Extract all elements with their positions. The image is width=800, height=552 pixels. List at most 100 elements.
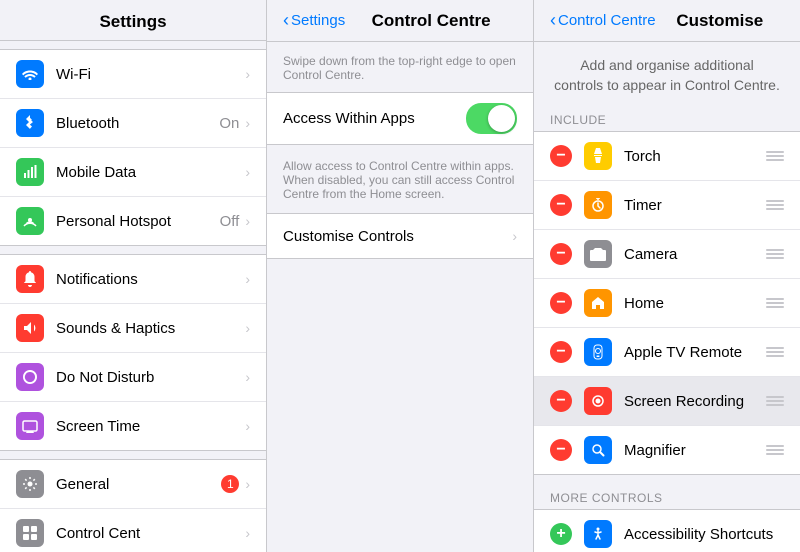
settings-item-general[interactable]: General 1 › [0,460,266,509]
home-icon [584,289,612,317]
include-item-timer[interactable]: − Timer [534,181,800,230]
settings-item-sounds-haptics[interactable]: Sounds & Haptics › [0,304,266,353]
access-within-apps-group: Access Within Apps [267,92,533,145]
remove-camera-btn[interactable]: − [550,243,572,265]
customise-description: Add and organise additional controls to … [534,42,800,105]
personal-hotspot-chevron: › [245,213,250,229]
include-group: − Torch − Timer − Camera [534,131,800,475]
customise-nav: ‹ Control Centre Customise [534,0,800,42]
camera-drag-handle[interactable] [766,249,784,259]
include-item-home[interactable]: − Home [534,279,800,328]
screen-recording-drag-handle[interactable] [766,396,784,406]
include-item-magnifier[interactable]: − Magnifier [534,426,800,474]
more-controls-header: MORE CONTROLS [534,483,800,509]
accessibility-label: Accessibility Shortcuts [624,526,784,543]
torch-label: Torch [624,148,766,165]
screen-time-chevron: › [245,418,250,434]
control-centre-back[interactable]: ‹ Settings [283,10,345,31]
settings-item-wifi[interactable]: Wi-Fi › [0,50,266,99]
screen-time-icon [16,412,44,440]
settings-title: Settings [99,12,166,31]
remove-home-btn[interactable]: − [550,292,572,314]
customise-title: Customise [656,11,784,31]
general-icon [16,470,44,498]
magnifier-drag-handle[interactable] [766,445,784,455]
remove-torch-btn[interactable]: − [550,145,572,167]
control-centre-chevron: › [245,525,250,541]
customise-back-label: Control Centre [558,12,656,29]
sounds-haptics-label: Sounds & Haptics [56,320,245,337]
camera-icon [584,240,612,268]
screen-recording-icon [584,387,612,415]
mobile-data-icon [16,158,44,186]
bluetooth-value: On [219,115,239,132]
access-within-apps-item[interactable]: Access Within Apps [267,93,533,144]
personal-hotspot-label: Personal Hotspot [56,213,220,230]
settings-panel: Settings Wi-Fi › Bluetooth On › Mobile D… [0,0,267,552]
more-item-accessibility[interactable]: + Accessibility Shortcuts [534,510,800,552]
general-label: General [56,476,221,493]
remove-apple-tv-btn[interactable]: − [550,341,572,363]
remove-screen-recording-btn[interactable]: − [550,390,572,412]
magnifier-label: Magnifier [624,442,766,459]
mobile-data-chevron: › [245,164,250,180]
do-not-disturb-label: Do Not Disturb [56,369,245,386]
control-centre-panel: ‹ Settings Control Centre Swipe down fro… [267,0,534,552]
timer-drag-handle[interactable] [766,200,784,210]
customise-controls-chevron: › [512,228,517,244]
apple-tv-remote-icon [584,338,612,366]
notifications-chevron: › [245,271,250,287]
customise-back[interactable]: ‹ Control Centre [550,10,656,31]
personal-hotspot-icon [16,207,44,235]
screen-recording-label: Screen Recording [624,393,766,410]
add-accessibility-btn[interactable]: + [550,523,572,545]
general-group: General 1 › Control Cent › Display & Bri… [0,459,266,552]
include-item-screen-recording[interactable]: − Screen Recording [534,377,800,426]
settings-item-do-not-disturb[interactable]: Do Not Disturb › [0,353,266,402]
screen-time-label: Screen Time [56,418,245,435]
wifi-icon [16,60,44,88]
customise-controls-label: Customise Controls [283,228,512,245]
camera-label: Camera [624,246,766,263]
torch-drag-handle[interactable] [766,151,784,161]
settings-item-screen-time[interactable]: Screen Time › [0,402,266,450]
timer-label: Timer [624,197,766,214]
customise-panel: ‹ Control Centre Customise Add and organ… [534,0,800,552]
sounds-haptics-icon [16,314,44,342]
timer-icon [584,191,612,219]
remove-timer-btn[interactable]: − [550,194,572,216]
control-centre-nav: ‹ Settings Control Centre [267,0,533,42]
settings-item-control-centre[interactable]: Control Cent › [0,509,266,552]
home-label: Home [624,295,766,312]
customise-controls-item[interactable]: Customise Controls › [267,214,533,258]
more-controls-group: + Accessibility Shortcuts + Alarm + Do N… [534,509,800,552]
settings-item-notifications[interactable]: Notifications › [0,255,266,304]
include-item-apple-tv-remote[interactable]: − Apple TV Remote [534,328,800,377]
settings-item-bluetooth[interactable]: Bluetooth On › [0,99,266,148]
notifications-icon [16,265,44,293]
customise-controls-group: Customise Controls › [267,213,533,259]
home-drag-handle[interactable] [766,298,784,308]
control-centre-label: Control Cent [56,525,245,542]
control-centre-hint: Swipe down from the top-right edge to op… [267,42,533,92]
notifications-label: Notifications [56,271,245,288]
control-centre-icon [16,519,44,547]
include-item-torch[interactable]: − Torch [534,132,800,181]
include-item-camera[interactable]: − Camera [534,230,800,279]
apple-tv-remote-drag-handle[interactable] [766,347,784,357]
include-header: INCLUDE [534,105,800,131]
control-centre-title: Control Centre [345,11,517,31]
bluetooth-chevron: › [245,115,250,131]
personal-hotspot-value: Off [220,213,240,230]
settings-header: Settings [0,0,266,41]
back-label: Settings [291,12,345,29]
general-badge: 1 [221,475,239,493]
settings-item-personal-hotspot[interactable]: Personal Hotspot Off › [0,197,266,245]
remove-magnifier-btn[interactable]: − [550,439,572,461]
settings-item-mobile-data[interactable]: Mobile Data › [0,148,266,197]
access-within-apps-toggle[interactable] [466,103,517,134]
do-not-disturb-icon [16,363,44,391]
apple-tv-remote-label: Apple TV Remote [624,344,766,361]
notifications-group: Notifications › Sounds & Haptics › Do No… [0,254,266,451]
access-description: Allow access to Control Centre within ap… [267,153,533,213]
